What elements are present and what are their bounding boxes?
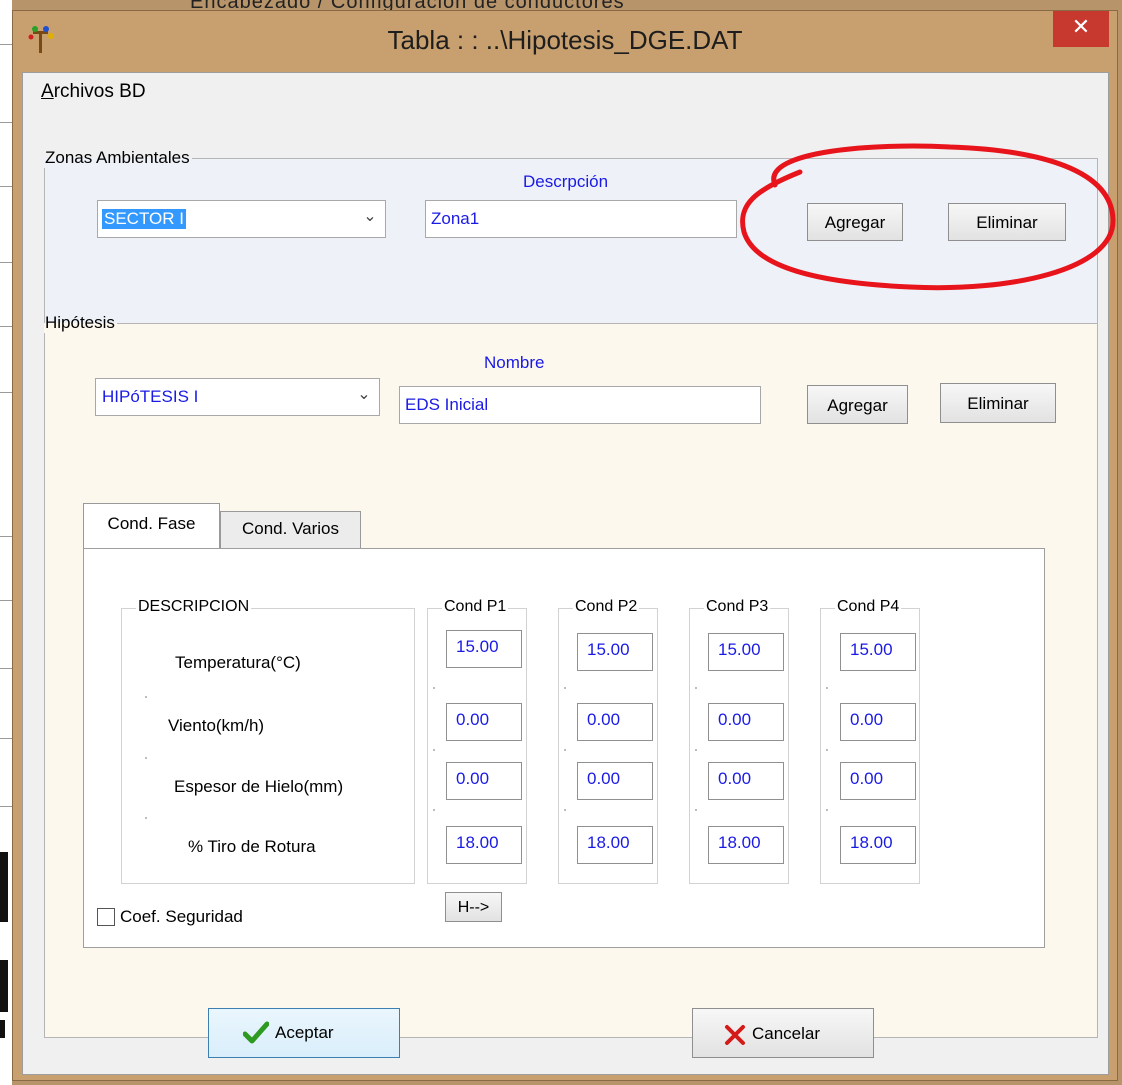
cancelar-button[interactable]: Cancelar: [692, 1008, 874, 1058]
coef-seguridad-checkbox[interactable]: [97, 908, 115, 926]
row-label-temperatura: Temperatura(°C): [175, 653, 301, 672]
separator-dot: [564, 809, 566, 811]
row-label-espesor-hielo: Espesor de Hielo(mm): [174, 777, 344, 796]
cond-p1-viento-input[interactable]: 0.00: [446, 703, 522, 741]
separator-dot: [433, 749, 435, 751]
cond-p2-header: Cond P2: [573, 598, 640, 616]
separator-dot: [826, 809, 828, 811]
hipotesis-legend: Hipótesis: [45, 313, 115, 332]
hipotesis-select-value: HIPóTESIS I: [102, 387, 199, 406]
cond-p4-viento-input[interactable]: 0.00: [840, 703, 916, 741]
cond-p3-hielo-input[interactable]: 0.00: [708, 762, 784, 800]
dialog-window: Tabla : : ..\Hipotesis_DGE.DAT ✕ Archivo…: [12, 10, 1118, 1081]
cancelar-label: Cancelar: [752, 1024, 821, 1043]
descripcion-label: Descrpción: [523, 172, 609, 191]
cond-p3-viento-input[interactable]: 0.00: [708, 703, 784, 741]
cond-p1-hielo-input[interactable]: 0.00: [446, 762, 522, 800]
cond-p1-group: Cond P1 15.00 0.00 0.00 18.00: [427, 598, 527, 884]
close-x-icon: [725, 1025, 745, 1045]
h-arrow-button[interactable]: H-->: [445, 892, 502, 922]
hipotesis-select[interactable]: HIPóTESIS I ⌄: [95, 378, 380, 416]
separator-dot: [564, 749, 566, 751]
descripcion-input[interactable]: [425, 200, 737, 238]
menu-bar: Archivos BD: [23, 73, 1108, 109]
cond-p4-header: Cond P4: [835, 598, 902, 616]
separator-dot: [145, 757, 147, 759]
cond-p3-header: Cond P3: [704, 598, 771, 616]
title-bar[interactable]: Tabla : : ..\Hipotesis_DGE.DAT ✕: [13, 11, 1117, 71]
nombre-label: Nombre: [484, 353, 545, 372]
window-title: Tabla : : ..\Hipotesis_DGE.DAT: [387, 25, 743, 55]
cond-p2-tiro-input[interactable]: 18.00: [577, 826, 653, 864]
chevron-down-icon: ⌄: [357, 386, 371, 403]
separator-dot: [433, 809, 435, 811]
cond-p3-tiro-input[interactable]: 18.00: [708, 826, 784, 864]
separator-dot: [826, 687, 828, 689]
sector-select-value: SECTOR I: [102, 209, 186, 229]
aceptar-label: Aceptar: [275, 1023, 334, 1042]
cond-p1-header: Cond P1: [442, 598, 509, 616]
separator-dot: [564, 687, 566, 689]
separator-dot: [695, 749, 697, 751]
hipotesis-agregar-button[interactable]: Agregar: [807, 385, 908, 424]
menu-archivos-label: rchivos BD: [53, 81, 146, 102]
nombre-input[interactable]: [399, 386, 761, 424]
background-window-strip: [0, 0, 12, 1085]
sector-select[interactable]: SECTOR I ⌄: [97, 200, 386, 238]
chevron-down-icon: ⌄: [363, 208, 377, 225]
cond-p4-tiro-input[interactable]: 18.00: [840, 826, 916, 864]
row-label-viento: Viento(km/h): [168, 716, 265, 735]
zonas-ambientales-legend: Zonas Ambientales: [45, 148, 190, 167]
cond-p2-viento-input[interactable]: 0.00: [577, 703, 653, 741]
tab-cond-varios[interactable]: Cond. Varios: [220, 511, 361, 548]
menu-mnemonic: A: [41, 81, 54, 102]
aceptar-button[interactable]: Aceptar: [208, 1008, 400, 1058]
hipotesis-eliminar-button[interactable]: Eliminar: [940, 383, 1056, 423]
cond-fase-panel: DESCRIPCION Temperatura(°C) Viento(km/h)…: [83, 548, 1045, 948]
cond-p2-hielo-input[interactable]: 0.00: [577, 762, 653, 800]
zonas-agregar-button[interactable]: Agregar: [807, 203, 903, 241]
descripcion-header: DESCRIPCION: [136, 598, 252, 616]
coef-seguridad-label: Coef. Seguridad: [120, 907, 243, 926]
row-label-tiro-rotura: % Tiro de Rotura: [188, 837, 316, 856]
close-button[interactable]: ✕: [1053, 11, 1109, 47]
nombre-input-field[interactable]: [400, 387, 760, 423]
cond-p4-hielo-input[interactable]: 0.00: [840, 762, 916, 800]
cond-p4-temperatura-input[interactable]: 15.00: [840, 633, 916, 671]
cond-p1-tiro-input[interactable]: 18.00: [446, 826, 522, 864]
cond-p1-temperatura-input[interactable]: 15.00: [446, 630, 522, 668]
descripcion-group: DESCRIPCION Temperatura(°C) Viento(km/h)…: [121, 598, 415, 884]
cond-p4-group: Cond P4 15.00 0.00 0.00 18.00: [820, 598, 920, 884]
cond-p3-group: Cond P3 15.00 0.00 0.00 18.00: [689, 598, 789, 884]
separator-dot: [145, 696, 147, 698]
descripcion-input-field[interactable]: [426, 201, 736, 237]
zonas-eliminar-button[interactable]: Eliminar: [948, 203, 1066, 241]
separator-dot: [826, 749, 828, 751]
menu-archivos-bd[interactable]: Archivos BD: [41, 81, 146, 103]
separator-dot: [433, 687, 435, 689]
tab-cond-fase[interactable]: Cond. Fase: [83, 503, 220, 548]
cond-p3-temperatura-input[interactable]: 15.00: [708, 633, 784, 671]
checkmark-icon: [243, 1021, 269, 1044]
separator-dot: [695, 809, 697, 811]
separator-dot: [695, 687, 697, 689]
cond-p2-group: Cond P2 15.00 0.00 0.00 18.00: [558, 598, 658, 884]
cond-p2-temperatura-input[interactable]: 15.00: [577, 633, 653, 671]
dialog-client-area: Archivos BD Zonas Ambientales Descrpción…: [22, 72, 1109, 1075]
separator-dot: [145, 817, 147, 819]
